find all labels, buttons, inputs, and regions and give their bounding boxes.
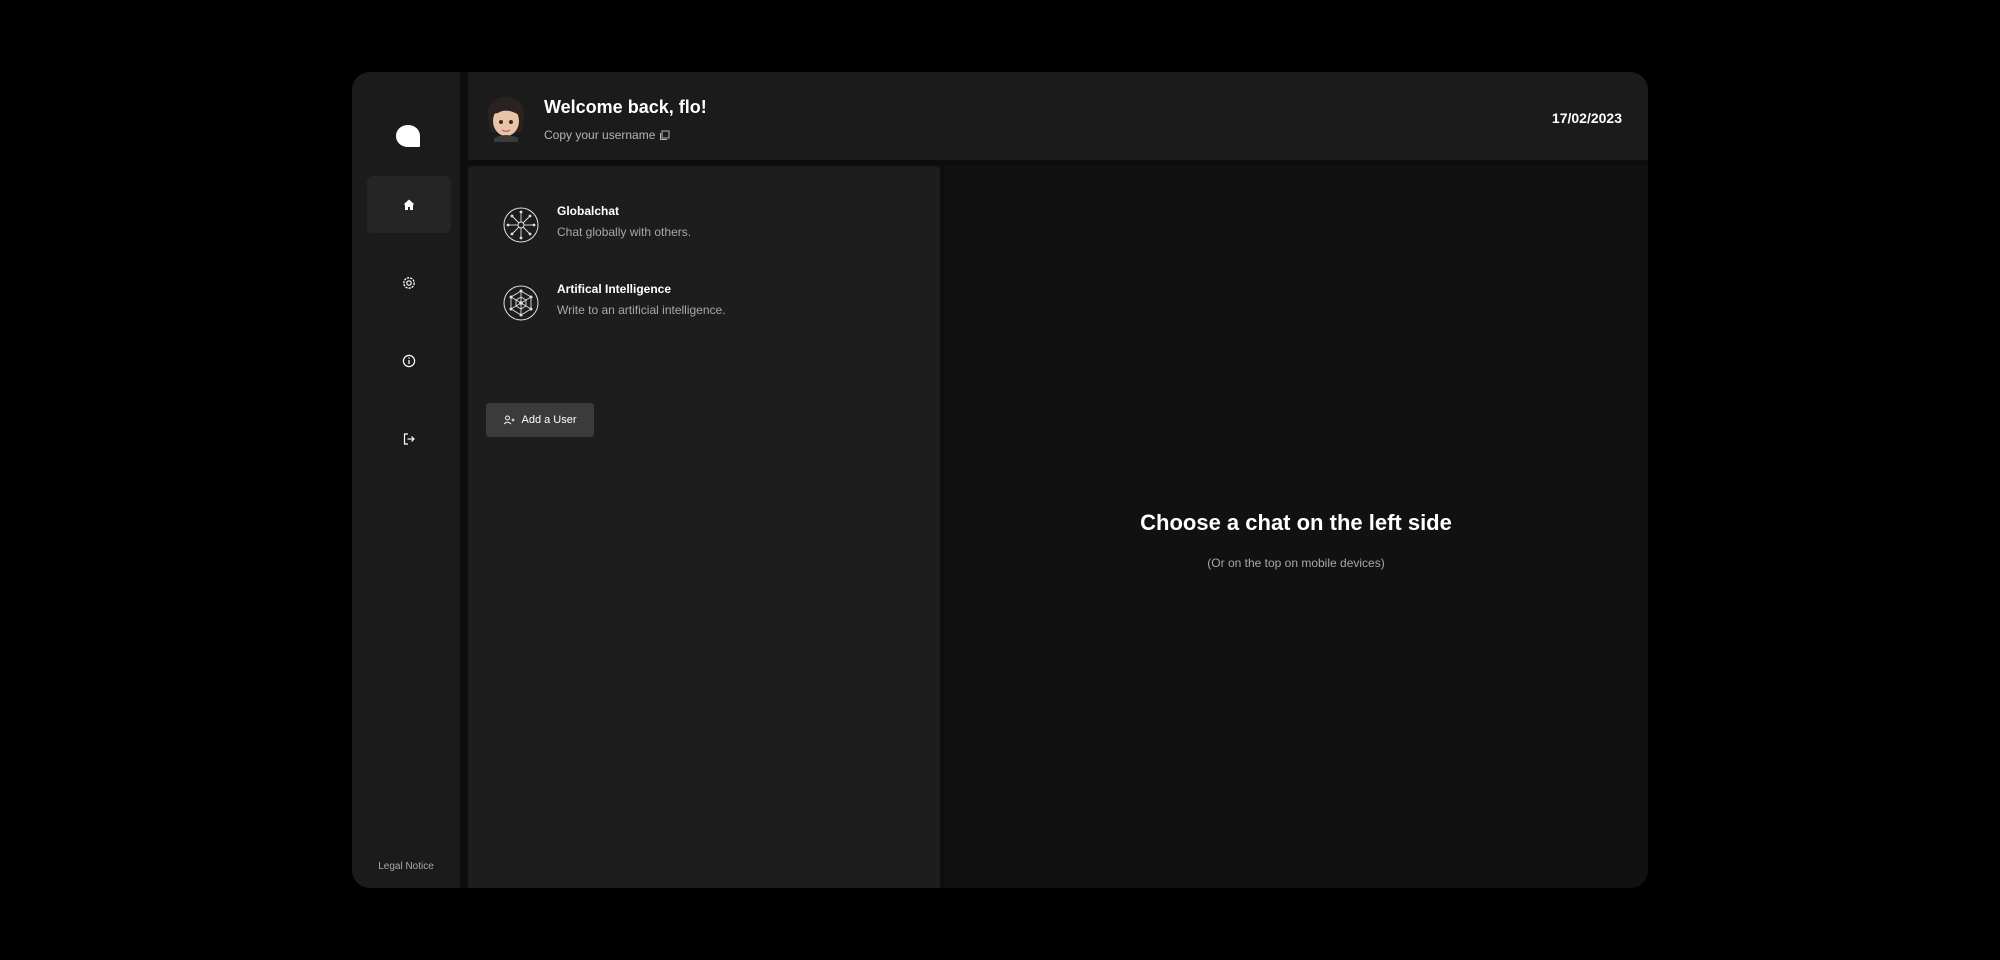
add-user-button[interactable]: Add a User (486, 403, 594, 437)
chat-main-area: Choose a chat on the left side (Or on th… (944, 166, 1648, 888)
app-window: Legal Notice Welcome back, flo! Copy you… (352, 72, 1648, 888)
copy-username-label: Copy your username (544, 128, 656, 142)
chat-title: Globalchat (557, 204, 620, 218)
avatar (487, 96, 525, 142)
chat-title: Artifical Intelligence (557, 282, 672, 296)
sidebar-divider (460, 72, 468, 888)
settings-icon (403, 276, 415, 289)
ai-network-icon (503, 285, 539, 321)
info-icon (402, 354, 416, 367)
empty-state-subtitle: (Or on the top on mobile devices) (1207, 556, 1385, 570)
copy-icon (660, 130, 670, 140)
chat-bubble-icon (396, 125, 420, 147)
home-icon (403, 199, 415, 210)
add-user-label: Add a User (521, 414, 577, 426)
chat-item-globalchat[interactable]: Globalchat Chat globally with others. (502, 200, 922, 260)
sidebar: Legal Notice (352, 72, 460, 888)
chat-item-ai[interactable]: Artifical Intelligence Write to an artif… (502, 278, 922, 338)
sidebar-item-settings[interactable] (367, 254, 451, 311)
copy-username-button[interactable]: Copy your username (544, 128, 670, 142)
chat-list-panel: Globalchat Chat globally with others. Ar… (468, 166, 940, 888)
current-date: 17/02/2023 (1551, 110, 1622, 126)
logout-icon (403, 432, 415, 445)
welcome-title: Welcome back, flo! (544, 97, 707, 117)
globe-network-icon (503, 207, 539, 243)
sidebar-item-home[interactable] (367, 176, 451, 233)
legal-notice-link[interactable]: Legal Notice (352, 861, 460, 872)
sidebar-item-logout[interactable] (367, 410, 451, 467)
add-user-icon (504, 415, 515, 425)
chat-description: Write to an artificial intelligence. (557, 303, 726, 317)
empty-state-title: Choose a chat on the left side (1140, 510, 1452, 535)
sidebar-item-info[interactable] (367, 332, 451, 389)
header: Welcome back, flo! Copy your username 17… (468, 72, 1648, 160)
chat-description: Chat globally with others. (557, 225, 692, 239)
